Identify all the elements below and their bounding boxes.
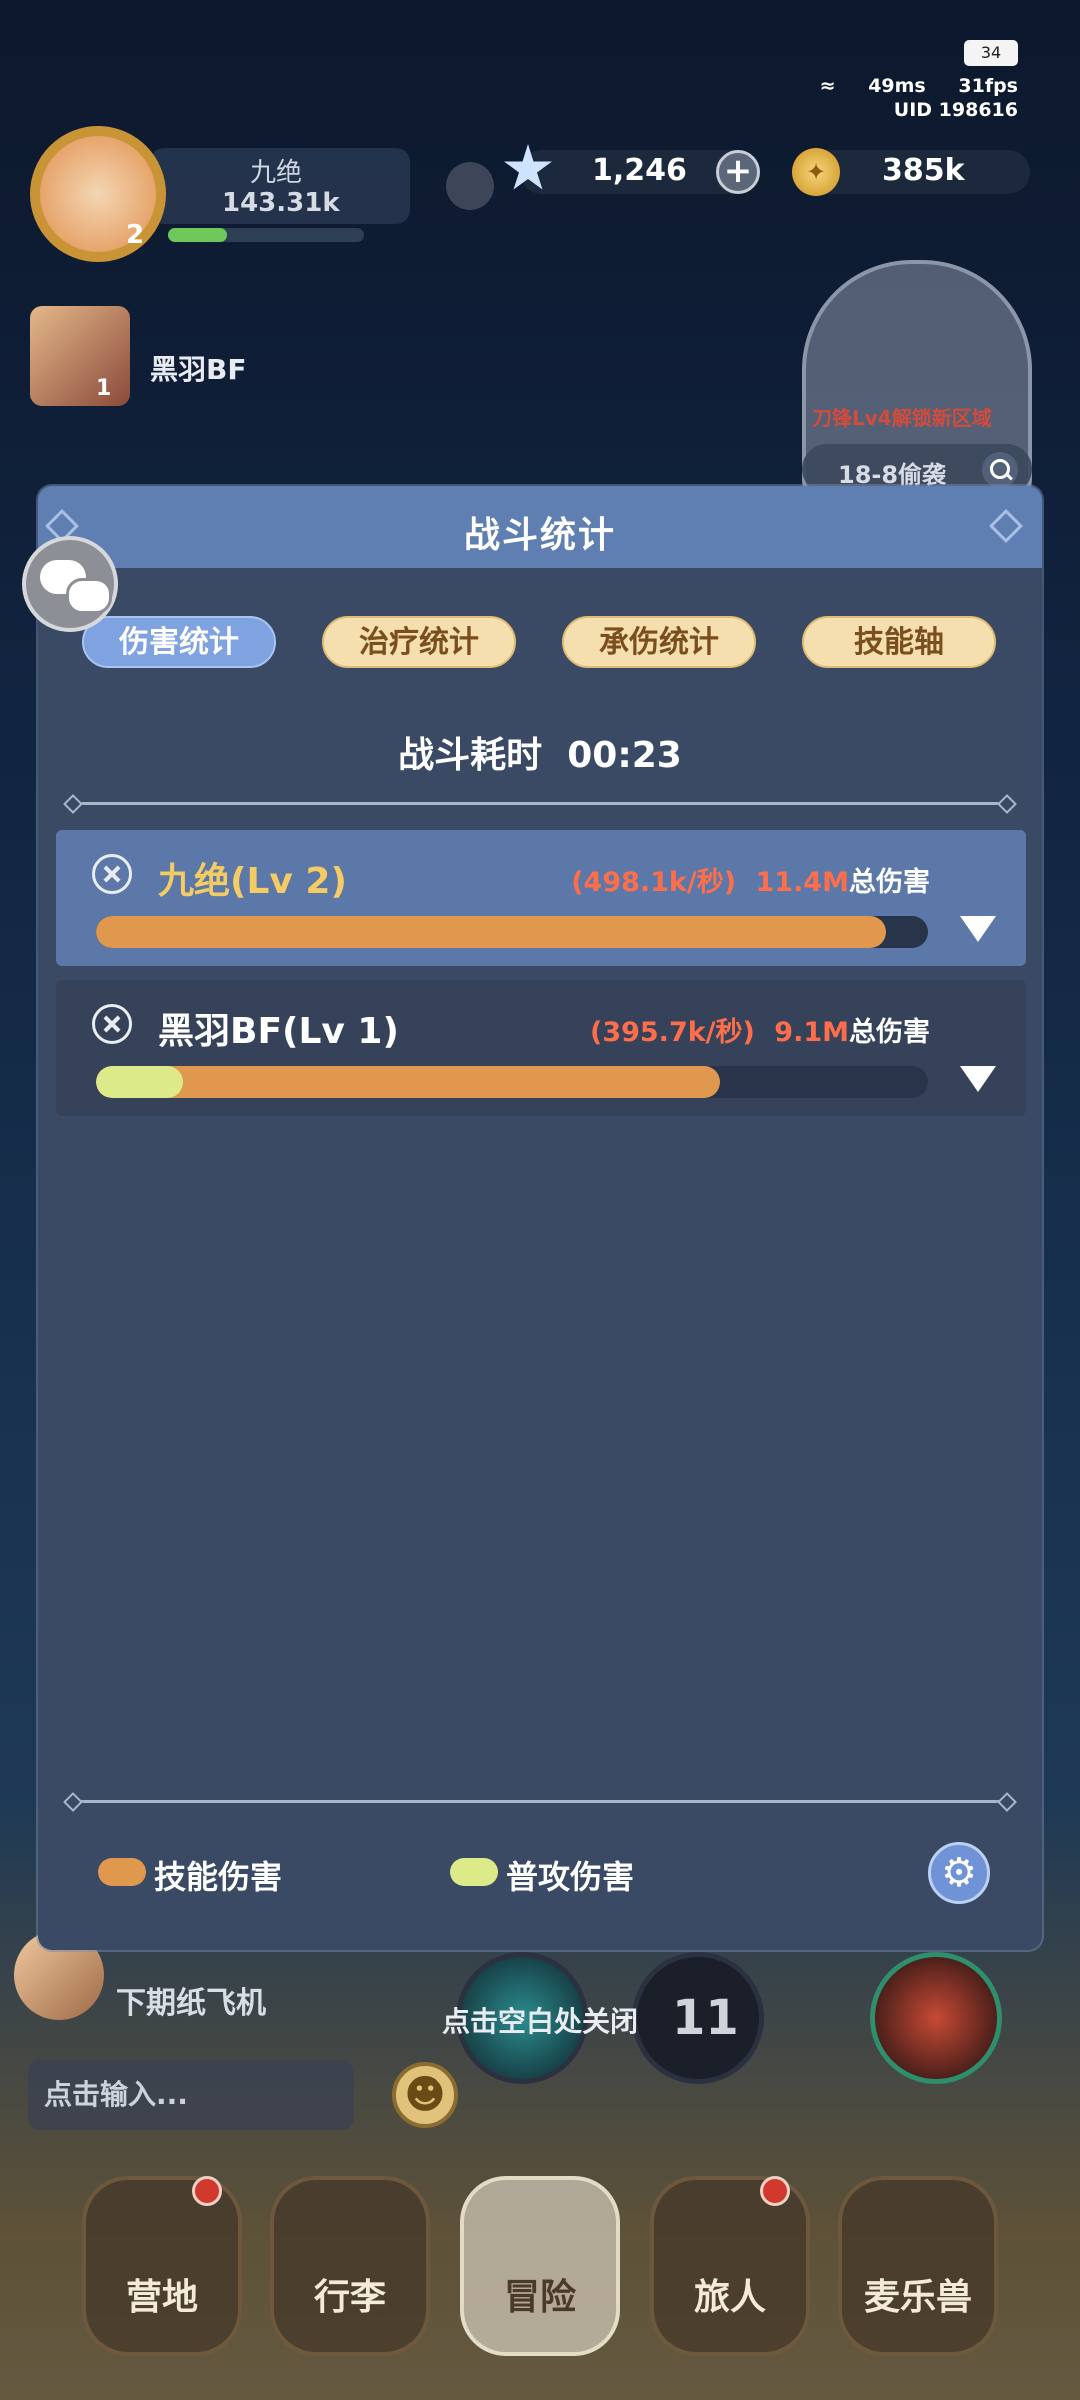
player-avatar[interactable] xyxy=(30,126,166,262)
coin-count: 385k xyxy=(882,153,965,188)
nav-pet-label: 麦乐兽 xyxy=(863,2277,972,2318)
row-stats: (395.7k/秒) 9.1M总伤害 xyxy=(590,1010,930,1049)
fps-label: 31fps xyxy=(958,75,1018,97)
nav-bag-label: 行李 xyxy=(313,2277,386,2318)
chat-input[interactable]: 点击输入... xyxy=(28,2060,354,2130)
gear-icon[interactable]: ⚙ xyxy=(928,1842,990,1904)
expand-caret-icon[interactable] xyxy=(960,1066,996,1092)
stats-row[interactable]: 黑羽BF(Lv 1) (395.7k/秒) 9.1M总伤害 xyxy=(56,980,1026,1116)
map-caption: 刀锋Lv4解锁新区域 xyxy=(812,406,992,430)
row-rate: (498.1k/秒) xyxy=(571,867,737,898)
tab-damage[interactable]: 伤害统计 xyxy=(82,616,276,668)
nav-adventure-label: 冒险 xyxy=(503,2277,576,2318)
row-name: 九绝(Lv 2) xyxy=(158,861,347,902)
modal-header: 战斗统计 xyxy=(38,486,1042,568)
ping-label: 49ms xyxy=(868,75,926,97)
player-power: 143.31k xyxy=(222,188,340,218)
tab-skill-timeline[interactable]: 技能轴 xyxy=(802,616,996,668)
normal-damage-fill xyxy=(96,1066,184,1098)
uid-label: UID 198616 xyxy=(893,99,1018,121)
damage-bar xyxy=(96,1066,928,1098)
coin-icon: ✦ xyxy=(792,148,840,196)
nav-camp-button[interactable] xyxy=(82,2176,242,2356)
search-icon[interactable] xyxy=(982,452,1018,488)
top-divider xyxy=(72,802,1008,805)
skill-damage-fill xyxy=(96,1066,720,1098)
stats-row[interactable]: 九绝(Lv 2) (498.1k/秒) 11.4M总伤害 xyxy=(56,830,1026,966)
duration-label: 战斗耗时 xyxy=(398,735,543,776)
row-total-unit: 总伤害 xyxy=(849,1017,930,1048)
teammate-name: 黑羽BF xyxy=(150,353,247,386)
legend-normal-swatch xyxy=(450,1858,498,1886)
sword-icon xyxy=(92,1004,132,1044)
battle-stats-modal: 战斗统计 伤害统计 治疗统计 承伤统计 技能轴 战斗耗时 00:23 九绝(Lv… xyxy=(38,486,1042,1950)
row-total: 9.1M xyxy=(774,1017,849,1048)
legend-normal-label: 普攻伤害 xyxy=(506,1858,635,1896)
close-hint[interactable]: 点击空白处关闭 xyxy=(0,2000,1080,2040)
legend-skill-label: 技能伤害 xyxy=(154,1858,283,1896)
row-total: 11.4M xyxy=(755,867,850,898)
nav-bag-button[interactable] xyxy=(270,2176,430,2356)
teammate-avatar[interactable] xyxy=(30,306,130,406)
nav-traveler-button[interactable] xyxy=(650,2176,810,2356)
nav-pet-button[interactable] xyxy=(838,2176,998,2356)
row-total-unit: 总伤害 xyxy=(849,867,930,898)
nav-camp-badge xyxy=(192,2176,222,2206)
player-exp-bar xyxy=(168,228,364,242)
network-status: ≈ 49ms 31fps UID 198616 xyxy=(794,44,1018,122)
duration-value: 00:23 xyxy=(567,735,682,776)
teammate-level: 1 xyxy=(96,376,112,401)
modal-title: 战斗统计 xyxy=(463,515,616,556)
row-stats: (498.1k/秒) 11.4M总伤害 xyxy=(571,860,930,899)
expand-caret-icon[interactable] xyxy=(960,916,996,942)
tab-healing[interactable]: 治疗统计 xyxy=(322,616,516,668)
add-gems-button[interactable]: + xyxy=(716,150,760,194)
guild-icon[interactable] xyxy=(446,162,494,210)
nav-traveler-label: 旅人 xyxy=(693,2277,766,2318)
emoji-button[interactable]: ☻ xyxy=(392,2062,458,2128)
bottom-divider xyxy=(72,1800,1008,1803)
gem-count: 1,246 xyxy=(592,153,687,188)
stage-label: 18-8偷袭 xyxy=(838,461,947,489)
skill-damage-fill xyxy=(96,916,887,948)
nav-adventure-button[interactable] xyxy=(460,2176,620,2356)
row-rate: (395.7k/秒) xyxy=(589,1017,755,1048)
player-level: 2 xyxy=(126,220,145,250)
row-name: 黑羽BF(Lv 1) xyxy=(158,1011,399,1052)
damage-bar xyxy=(96,916,928,948)
player-name: 九绝 xyxy=(250,158,303,188)
nav-traveler-badge xyxy=(760,2176,790,2206)
wifi-icon: ≈ xyxy=(819,75,836,97)
tab-damage-taken[interactable]: 承伤统计 xyxy=(562,616,756,668)
chat-bubble-icon[interactable] xyxy=(22,536,118,632)
sword-icon xyxy=(92,854,132,894)
battle-duration: 战斗耗时 00:23 xyxy=(38,726,1042,778)
nav-camp-label: 营地 xyxy=(125,2277,198,2318)
legend-skill-swatch xyxy=(98,1858,146,1886)
